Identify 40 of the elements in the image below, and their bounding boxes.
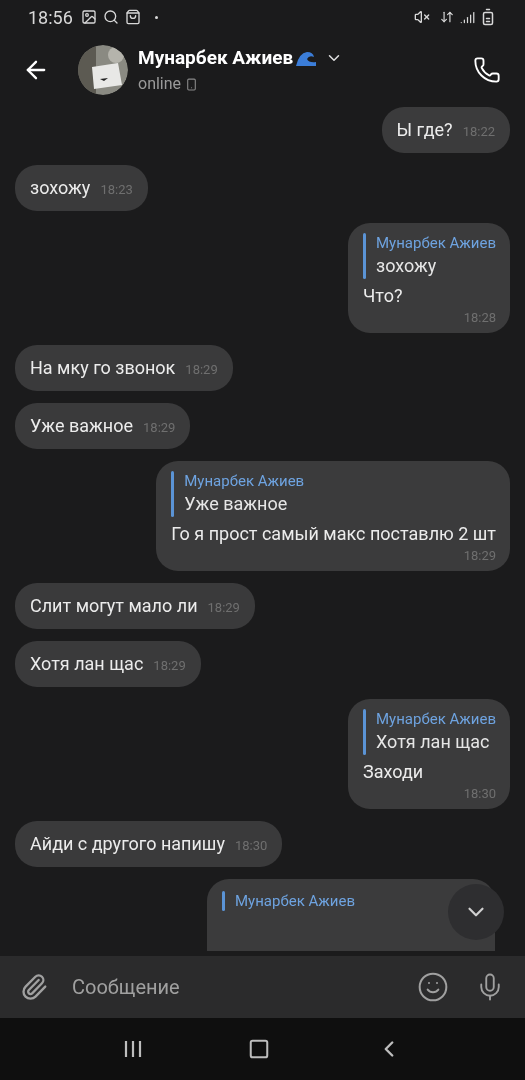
home-icon[interactable] (248, 1038, 271, 1060)
message-text: Ы где? (396, 118, 453, 142)
clock: 18:56 (28, 5, 73, 30)
contact-name: Мунарбек Ажиев (138, 44, 294, 71)
phone-icon (473, 56, 501, 84)
search-icon (102, 9, 119, 25)
quoted-author: Мунарбек Ажиев (184, 471, 305, 491)
message-text: Что? (363, 284, 404, 308)
recent-apps-icon[interactable] (122, 1040, 143, 1058)
message-text: Слит могут мало ли (30, 594, 198, 618)
call-button[interactable] (471, 54, 503, 86)
message-input-bar[interactable]: Сообщение (0, 956, 525, 1018)
attach-icon[interactable] (20, 973, 48, 1001)
message-text: Хотя лан щас (30, 652, 144, 676)
quoted-author: Мунарбек Ажиев (235, 891, 355, 911)
quote-bar (171, 471, 175, 517)
phone-device-icon (185, 77, 199, 91)
quoted-author: Мунарбек Ажиев (376, 709, 496, 729)
message-field[interactable]: Сообщение (72, 972, 417, 1002)
message-text: Уже важное (30, 414, 133, 438)
message-text: На мку го звонок (30, 356, 176, 380)
quoted-author: Мунарбек Ажиев (376, 233, 496, 253)
quoted-text: зохожу (376, 254, 438, 278)
message-text: зохожу (30, 176, 91, 200)
signal-icon (460, 9, 475, 25)
wave-icon (295, 49, 318, 67)
mute-icon (414, 9, 430, 25)
quote-bar (222, 891, 225, 911)
quoted-text: Хотя лан щас (376, 730, 491, 754)
gallery-icon (80, 9, 97, 25)
quote-bar (363, 709, 366, 755)
quote-bar (363, 233, 366, 279)
message-text: Айди с другого напишу (30, 832, 225, 856)
bag-icon (124, 9, 141, 25)
data-arrows-icon (440, 10, 454, 24)
contact-status: online (138, 73, 182, 96)
message-text: Го я прост самый макс поставлю 2 шт (171, 522, 496, 546)
quoted-text: Уже важное (184, 492, 289, 516)
message-text: Заходи (363, 760, 425, 784)
emoji-icon[interactable] (417, 971, 449, 1003)
